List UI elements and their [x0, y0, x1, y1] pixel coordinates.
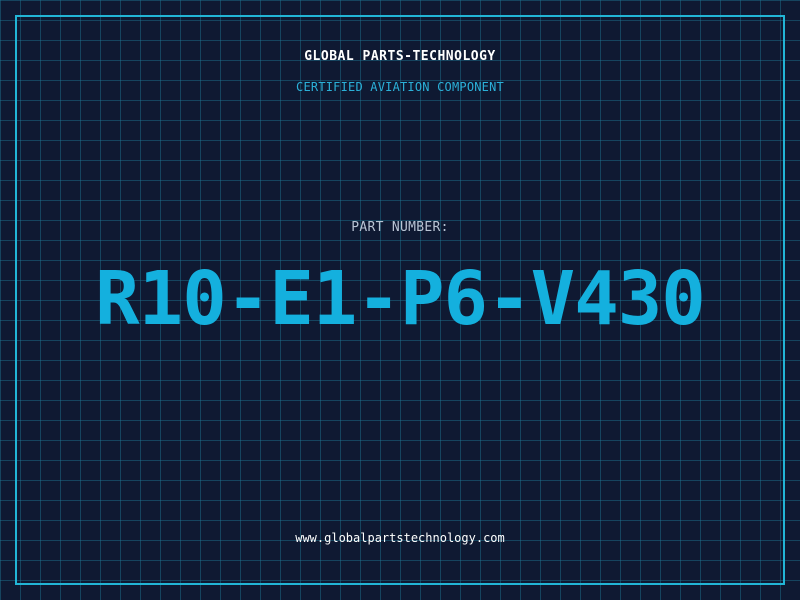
website-url[interactable]: www.globalpartstechnology.com — [0, 531, 800, 545]
certification-subtitle: CERTIFIED AVIATION COMPONENT — [296, 80, 504, 94]
part-number-value: R10-E1-P6-V430 — [95, 256, 706, 342]
part-number-label: PART NUMBER: — [351, 220, 449, 235]
part-label-screen: GLOBAL PARTS-TECHNOLOGY CERTIFIED AVIATI… — [0, 0, 800, 600]
company-name: GLOBAL PARTS-TECHNOLOGY — [304, 49, 496, 64]
